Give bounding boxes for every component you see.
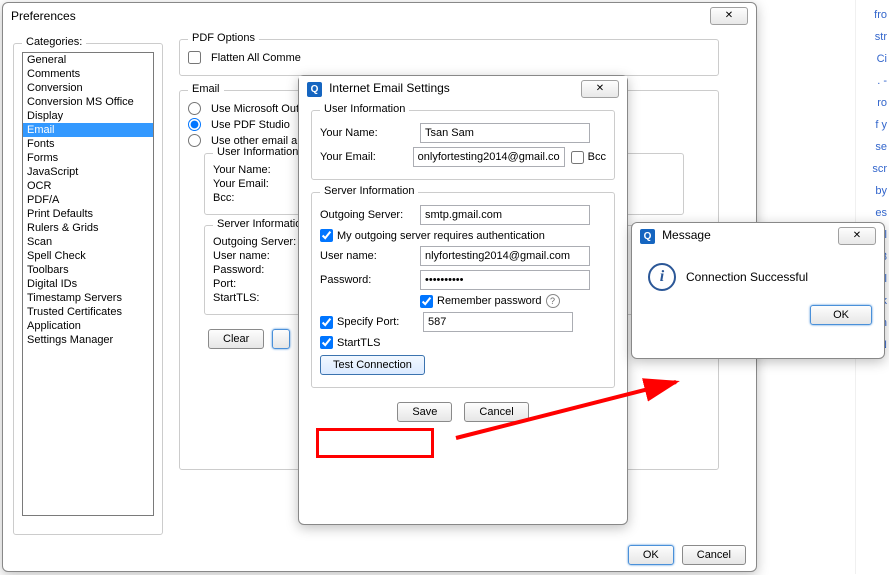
message-ok-button[interactable]: OK [810, 305, 872, 325]
requires-auth-label: My outgoing server requires authenticati… [337, 230, 545, 242]
message-close-button[interactable]: ✕ [838, 227, 876, 245]
server-username-input[interactable] [420, 246, 590, 266]
categories-list[interactable]: GeneralCommentsConversionConversion MS O… [22, 52, 154, 516]
category-item[interactable]: PDF/A [23, 193, 153, 207]
message-title-bar: Q Message ✕ [632, 223, 884, 249]
specify-port-checkbox[interactable] [320, 316, 333, 329]
message-title: Message [662, 228, 711, 242]
bcc-label: Bcc [588, 151, 606, 163]
server-info-group-label: Server Information [320, 185, 418, 197]
category-item[interactable]: Spell Check [23, 249, 153, 263]
your-email-label: Your Email: [320, 151, 413, 163]
category-item[interactable]: Email [23, 123, 153, 137]
category-item[interactable]: Rulers & Grids [23, 221, 153, 235]
category-item[interactable]: Settings Manager [23, 333, 153, 347]
bcc-checkbox[interactable] [571, 151, 584, 164]
annotation-arrow [438, 376, 698, 446]
server-username-label: User name: [320, 250, 420, 262]
email-box-label: Email [188, 83, 224, 95]
categories-panel: Categories: GeneralCommentsConversionCon… [13, 35, 163, 535]
category-item[interactable]: Trusted Certificates [23, 305, 153, 319]
clear-button[interactable]: Clear [208, 329, 264, 349]
outgoing-server-label: Outgoing Server: [320, 209, 420, 221]
preferences-title-bar: Preferences ✕ [3, 3, 756, 29]
preferences-title: Preferences [11, 9, 76, 23]
categories-label: Categories: [22, 36, 86, 48]
use-outlook-label: Use Microsoft Out [211, 103, 299, 115]
preferences-footer: OK Cancel [3, 535, 756, 575]
pdf-options-label: PDF Options [188, 32, 259, 44]
category-item[interactable]: Timestamp Servers [23, 291, 153, 305]
your-email-input[interactable] [413, 147, 565, 167]
requires-auth-checkbox[interactable] [320, 229, 333, 242]
specify-port-label: Specify Port: [337, 316, 423, 328]
app-logo-icon: Q [640, 229, 655, 244]
message-dialog: Q Message ✕ i Connection Successful OK [631, 222, 885, 359]
edit-button-partial[interactable] [272, 329, 290, 349]
preferences-cancel-button[interactable]: Cancel [682, 545, 746, 565]
category-item[interactable]: Print Defaults [23, 207, 153, 221]
email-settings-title-group: Q Internet Email Settings [307, 81, 450, 97]
flatten-comments-label: Flatten All Comme [211, 52, 301, 64]
category-item[interactable]: Forms [23, 151, 153, 165]
server-info-label: Server Information [213, 218, 311, 230]
category-item[interactable]: Toolbars [23, 263, 153, 277]
email-settings-title: Internet Email Settings [329, 81, 450, 95]
category-item[interactable]: OCR [23, 179, 153, 193]
server-password-input[interactable] [420, 270, 590, 290]
email-settings-title-bar: Q Internet Email Settings ✕ [299, 76, 627, 102]
use-other-label: Use other email a [211, 135, 297, 147]
annotation-red-box [316, 428, 434, 458]
message-title-group: Q Message [640, 228, 711, 244]
category-item[interactable]: Comments [23, 67, 153, 81]
category-item[interactable]: General [23, 53, 153, 67]
remember-password-checkbox[interactable] [420, 295, 433, 308]
user-info-group-label: User Information [320, 103, 409, 115]
category-item[interactable]: Digital IDs [23, 277, 153, 291]
category-item[interactable]: Scan [23, 235, 153, 249]
message-text: Connection Successful [686, 270, 808, 284]
app-logo-icon: Q [307, 82, 322, 97]
category-item[interactable]: Fonts [23, 137, 153, 151]
help-icon[interactable]: ? [546, 294, 560, 308]
category-item[interactable]: Conversion MS Office [23, 95, 153, 109]
use-other-radio[interactable] [188, 134, 201, 147]
category-item[interactable]: Application [23, 319, 153, 333]
use-pdfstudio-radio[interactable] [188, 118, 201, 131]
user-info-label: User Information [213, 146, 302, 158]
remember-password-label: Remember password [437, 295, 542, 307]
flatten-comments-checkbox[interactable] [188, 51, 201, 64]
starttls-checkbox[interactable] [320, 336, 333, 349]
port-input[interactable] [423, 312, 573, 332]
category-item[interactable]: JavaScript [23, 165, 153, 179]
preferences-close-button[interactable]: ✕ [710, 7, 748, 25]
use-pdfstudio-label: Use PDF Studio [211, 119, 290, 131]
email-settings-close-button[interactable]: ✕ [581, 80, 619, 98]
your-name-label: Your Name: [320, 127, 420, 139]
outgoing-server-input[interactable] [420, 205, 590, 225]
server-password-label: Password: [320, 274, 420, 286]
category-item[interactable]: Display [23, 109, 153, 123]
category-item[interactable]: Conversion [23, 81, 153, 95]
use-outlook-radio[interactable] [188, 102, 201, 115]
preferences-ok-button[interactable]: OK [628, 545, 674, 565]
test-connection-button[interactable]: Test Connection [320, 355, 425, 375]
your-name-input[interactable] [420, 123, 590, 143]
starttls-label: StartTLS [337, 337, 380, 349]
info-icon: i [648, 263, 676, 291]
